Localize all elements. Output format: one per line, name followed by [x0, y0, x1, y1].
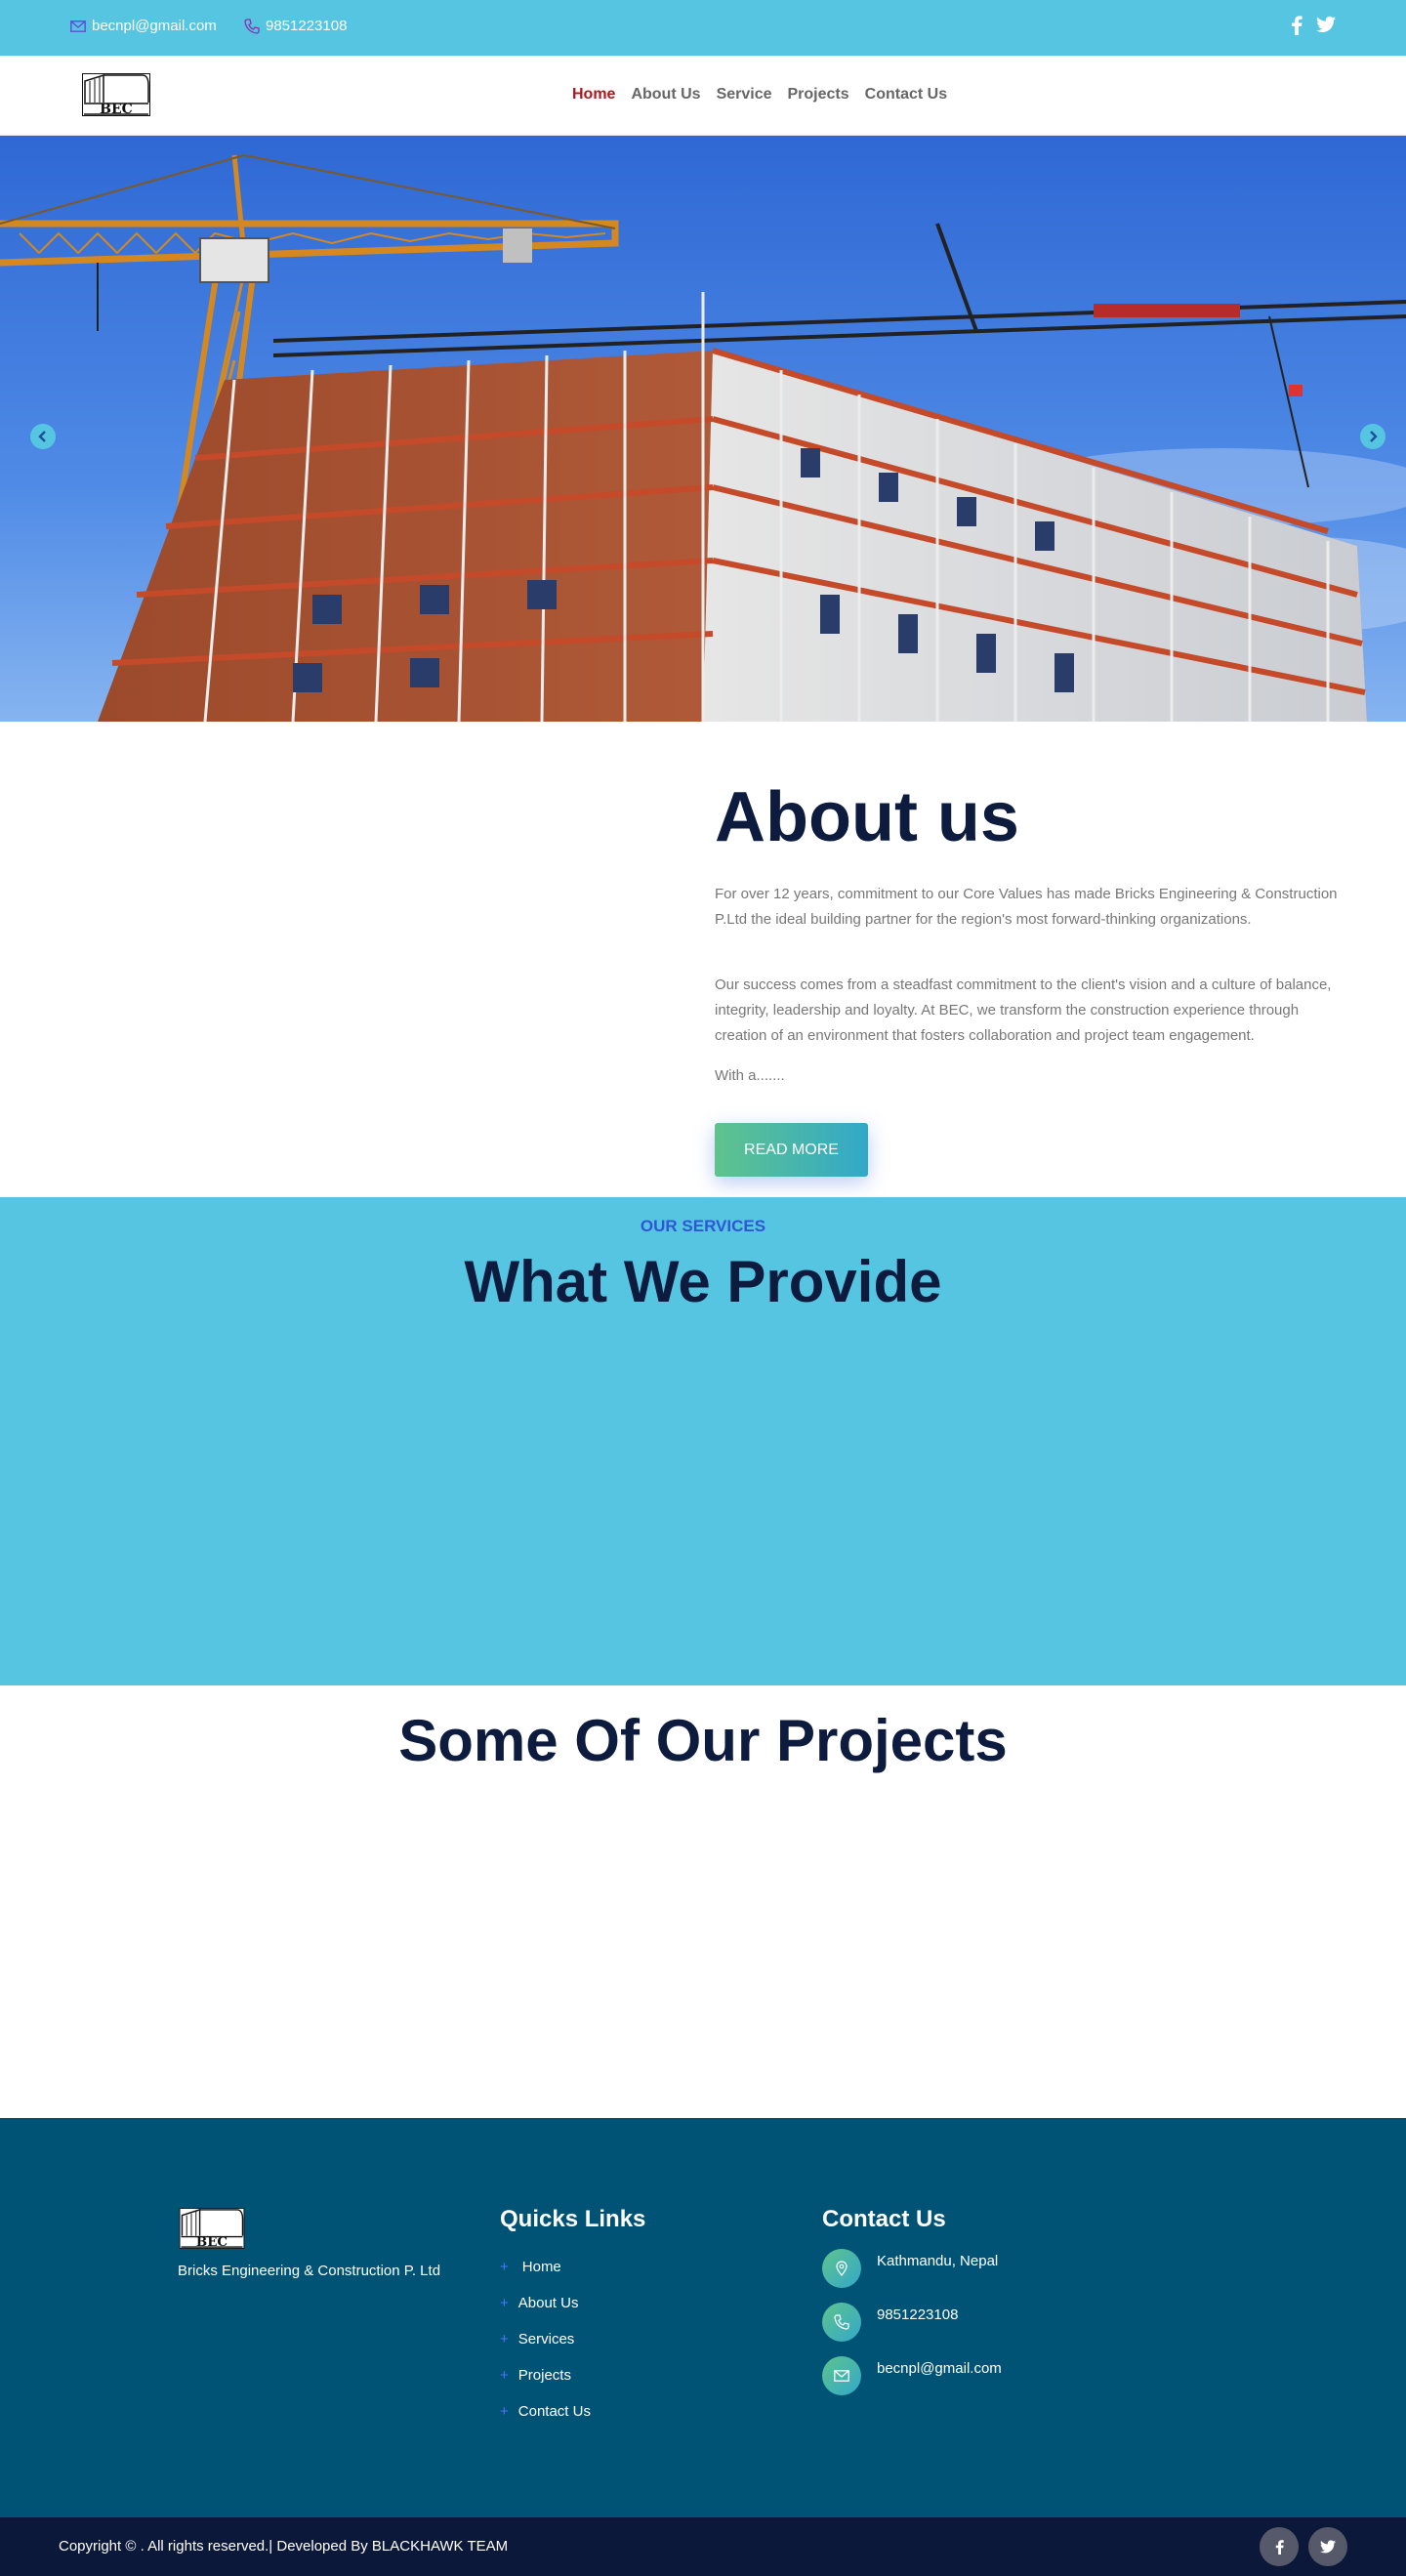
nav-service[interactable]: Service [717, 86, 772, 104]
site-footer: BEC Bricks Engineering & Construction P.… [0, 2118, 1406, 2517]
logo-text: BEC [100, 102, 133, 116]
read-more-button[interactable]: READ MORE [715, 1123, 868, 1177]
nav-contact-us[interactable]: Contact Us [865, 86, 947, 104]
copyright-text: Copyright © . All rights reserved.| Deve… [59, 2538, 509, 2555]
logo-mark: BEC [82, 73, 150, 117]
facebook-icon[interactable] [1291, 16, 1303, 35]
facebook-icon [1275, 2539, 1284, 2555]
twitter-icon [1320, 2540, 1336, 2554]
about-paragraph-2: Our success comes from a steadfast commi… [715, 976, 1332, 1044]
plus-icon: + [500, 2295, 509, 2311]
topbar-email-text: becnpl@gmail.com [92, 18, 217, 34]
arrow-left-icon [38, 431, 46, 442]
plus-icon: + [500, 2367, 509, 2384]
projects-title: Some Of Our Projects [398, 1708, 1008, 1773]
topbar-phone[interactable]: 9851223108 [244, 18, 347, 34]
footer-address: Kathmandu, Nepal [822, 2249, 998, 2288]
plus-icon: + [500, 2403, 509, 2420]
footer-link-contact-us[interactable]: + Contact Us [500, 2393, 591, 2430]
plus-icon: + [500, 2259, 509, 2275]
bottom-bar: Copyright © . All rights reserved.| Deve… [0, 2517, 1406, 2576]
main-nav: Home About Us Service Projects Contact U… [572, 86, 963, 104]
mail-icon [70, 20, 86, 32]
bottom-twitter-button[interactable] [1308, 2527, 1347, 2566]
twitter-icon[interactable] [1316, 16, 1336, 33]
mail-icon [822, 2356, 861, 2395]
location-icon [822, 2249, 861, 2288]
site-header: BEC Home About Us Service Projects Conta… [0, 56, 1406, 136]
footer-link-services[interactable]: + Services [500, 2321, 591, 2357]
footer-logo-text: BEC [196, 2234, 227, 2249]
plus-icon: + [500, 2331, 509, 2347]
hero-image [0, 136, 1406, 722]
nav-projects[interactable]: Projects [788, 86, 849, 104]
nav-about-us[interactable]: About Us [631, 86, 700, 104]
footer-email-text: becnpl@gmail.com [877, 2360, 1002, 2377]
site-logo[interactable]: BEC [82, 73, 150, 117]
carousel-next-button[interactable] [1360, 424, 1385, 449]
footer-phone-text: 9851223108 [877, 2306, 959, 2323]
hero-carousel [0, 136, 1406, 722]
services-section: OUR SERVICES What We Provide [0, 1197, 1406, 1685]
nav-home[interactable]: Home [572, 86, 615, 104]
services-kicker: OUR SERVICES [640, 1217, 766, 1235]
about-paragraph-3: With a....... [715, 1067, 785, 1084]
footer-phone[interactable]: 9851223108 [822, 2303, 958, 2342]
footer-link-about-us[interactable]: + About Us [500, 2285, 591, 2321]
phone-icon [822, 2303, 861, 2342]
services-title: What We Provide [464, 1249, 942, 1314]
arrow-right-icon [1370, 431, 1378, 442]
footer-logo-mark: BEC [179, 2208, 245, 2250]
topbar-social [1291, 16, 1336, 35]
topbar-email[interactable]: becnpl@gmail.com [70, 18, 217, 34]
footer-link-home[interactable]: + Home [500, 2249, 591, 2285]
about-title: About us [715, 778, 1019, 856]
footer-link-projects[interactable]: + Projects [500, 2357, 591, 2393]
quick-links-list: + Home + About Us + Services + Projects + Con… [500, 2249, 591, 2430]
about-paragraph-1: For over 12 years, commitment to our Cor… [715, 886, 1338, 928]
top-bar: becnpl@gmail.com 9851223108 [0, 0, 1406, 56]
footer-address-text: Kathmandu, Nepal [877, 2253, 999, 2269]
phone-icon [244, 18, 260, 34]
bottom-facebook-button[interactable] [1260, 2527, 1299, 2566]
footer-tagline: Bricks Engineering & Construction P. Ltd [178, 2263, 441, 2279]
carousel-prev-button[interactable] [30, 424, 56, 449]
quick-links-title: Quicks Links [500, 2206, 646, 2232]
footer-contact-title: Contact Us [822, 2206, 946, 2232]
topbar-phone-text: 9851223108 [266, 18, 348, 34]
footer-email[interactable]: becnpl@gmail.com [822, 2356, 1002, 2395]
footer-logo[interactable]: BEC [178, 2208, 246, 2250]
